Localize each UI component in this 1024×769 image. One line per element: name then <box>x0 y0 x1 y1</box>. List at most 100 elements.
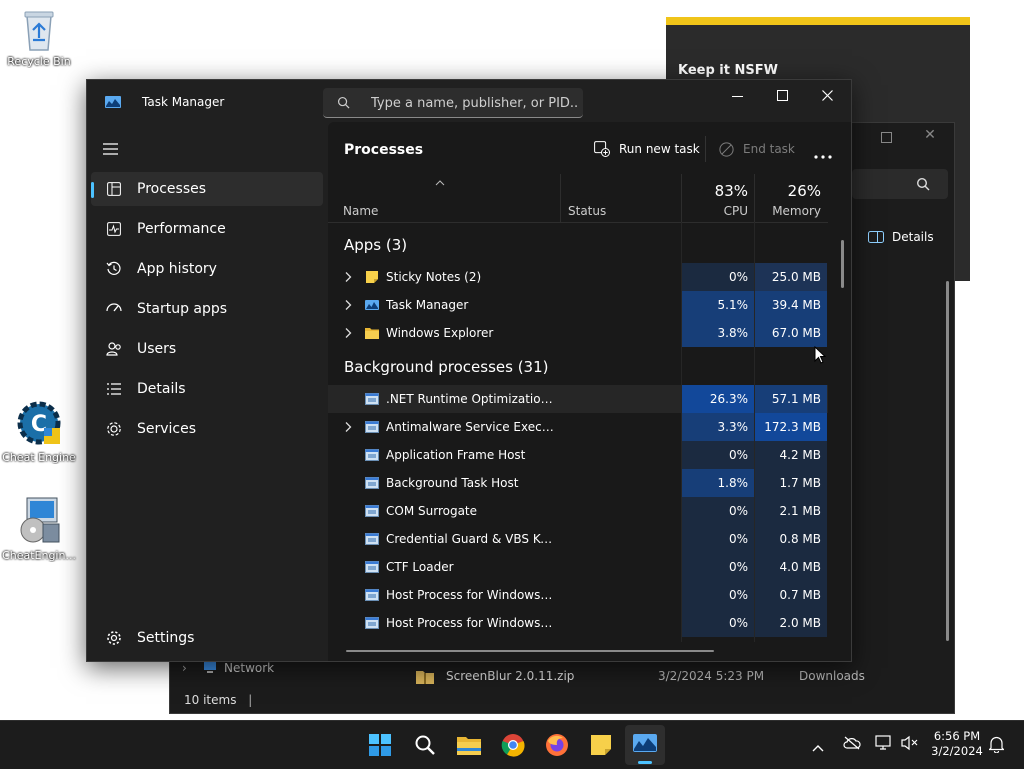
process-cpu: 0% <box>682 553 754 581</box>
nav-label: Services <box>137 421 197 437</box>
process-memory: 4.2 MB <box>755 441 827 469</box>
process-name: CTF Loader <box>386 560 454 574</box>
taskbar-task-manager-active[interactable] <box>625 725 665 765</box>
column-name-header[interactable]: Name <box>328 174 561 222</box>
task-manager-window[interactable]: Task Manager input::placeholder{color:#c… <box>86 79 852 662</box>
hamburger-menu-button[interactable] <box>103 140 119 155</box>
clock-time: 6:56 PM <box>933 729 981 743</box>
network-label: Network <box>224 661 275 675</box>
column-cpu-header[interactable]: 83% CPU <box>682 174 755 222</box>
tray-icon-cloud-off[interactable] <box>843 735 861 754</box>
process-row[interactable]: CTF Loader 0% 4.0 MB <box>328 553 828 581</box>
details-pane-icon <box>868 231 884 243</box>
taskbar-search-button[interactable] <box>411 731 439 759</box>
close-button[interactable] <box>813 84 843 110</box>
minimize-icon <box>732 96 743 97</box>
nav-startup-apps[interactable]: Startup apps <box>91 292 323 326</box>
nav-label: Startup apps <box>137 301 228 317</box>
explorer-scrollbar[interactable] <box>946 281 949 641</box>
explorer-maximize-button[interactable] <box>878 129 892 143</box>
search-input[interactable] <box>369 93 579 113</box>
desktop-icon-cheat-engine-installer[interactable]: CheatEngin... <box>1 494 77 562</box>
nav-performance[interactable]: Performance <box>91 212 323 246</box>
process-row[interactable]: Task Manager 5.1% 39.4 MB <box>328 291 828 319</box>
process-row[interactable]: Host Process for Windows Tasks 0%0.7 MB <box>328 581 828 609</box>
cpu-total-value: 83% <box>714 182 748 200</box>
explorer-close-button[interactable]: ✕ <box>920 127 940 147</box>
process-cpu: 1.8% <box>682 469 754 497</box>
minimize-button[interactable] <box>723 84 753 110</box>
taskbar-file-explorer[interactable] <box>455 731 483 759</box>
nav-users[interactable]: Users <box>91 332 323 366</box>
maximize-button[interactable] <box>769 84 799 110</box>
search-box[interactable] <box>323 88 583 118</box>
nav-processes[interactable]: Processes <box>91 172 323 206</box>
clock[interactable]: 6:56 PM 3/2/2024 <box>928 729 986 759</box>
nav-services[interactable]: Services <box>91 412 323 446</box>
nav-item-network[interactable]: › Network <box>182 661 274 675</box>
show-hidden-icons-button[interactable] <box>812 737 824 756</box>
column-label: Status <box>568 204 607 218</box>
process-cpu: 0% <box>682 581 754 609</box>
more-options-button[interactable] <box>814 144 834 159</box>
explorer-search-box[interactable] <box>852 169 948 199</box>
network-disconnected-icon <box>875 735 891 750</box>
end-task-button[interactable]: End task <box>719 138 795 160</box>
processes-icon <box>107 182 121 196</box>
process-row[interactable]: COM Surrogate 0% 2.1 MB <box>328 497 828 525</box>
process-row[interactable]: Host Process for Windows Tasks 0%2.0 MB <box>328 609 828 637</box>
task-manager-app-icon <box>105 96 121 108</box>
sticky-notes-icon <box>366 271 378 283</box>
startup-apps-icon <box>106 303 122 312</box>
process-cpu: 0% <box>682 609 754 637</box>
process-row[interactable]: Credential Guard & VBS Key Is... 0%0.8 MB <box>328 525 828 553</box>
notification-center-button[interactable] <box>988 736 1005 757</box>
explorer-details-button[interactable]: Details <box>868 227 934 247</box>
chevron-right-icon[interactable] <box>344 299 352 311</box>
process-row[interactable]: Antimalware Service Executable 3.3%172.3 … <box>328 413 828 441</box>
run-new-task-button[interactable]: Run new task <box>594 138 700 160</box>
process-row[interactable]: Background Task Host 1.8% 1.7 MB <box>328 469 828 497</box>
nav-details[interactable]: Details <box>91 372 323 406</box>
taskbar-chrome[interactable] <box>499 731 527 759</box>
process-cpu: 5.1% <box>682 291 754 319</box>
tray-icon-volume[interactable] <box>901 735 919 755</box>
process-name: Host Process for Windows Tasks <box>386 588 556 602</box>
system-process-icon <box>365 449 379 461</box>
process-name: Background Task Host <box>386 476 519 490</box>
chrome-icon <box>501 734 525 757</box>
chevron-right-icon[interactable] <box>344 271 352 283</box>
process-row[interactable]: Sticky Notes (2) 0% 25.0 MB <box>328 263 828 291</box>
horizontal-scrollbar[interactable] <box>346 650 714 652</box>
nav-app-history[interactable]: App history <box>91 252 323 286</box>
process-cpu: 3.3% <box>682 413 754 441</box>
folder-icon <box>365 328 379 339</box>
app-history-icon <box>106 261 121 275</box>
window-title: Task Manager <box>142 95 225 109</box>
desktop-icon-recycle-bin[interactable]: Recycle Bin <box>1 6 77 68</box>
taskbar-firefox[interactable] <box>543 731 571 759</box>
chevron-right-icon[interactable] <box>344 421 352 433</box>
chevron-right-icon[interactable] <box>344 327 352 339</box>
active-indicator <box>638 761 652 764</box>
process-row[interactable]: Windows Explorer 3.8% 67.0 MB <box>328 319 828 347</box>
desktop-icon-cheat-engine[interactable]: C Cheat Engine <box>1 398 77 464</box>
bell-icon <box>988 736 1005 754</box>
settings-gear-icon <box>107 631 121 645</box>
file-row[interactable]: ScreenBlur 2.0.11.zip 3/2/2024 5:23 PM D… <box>416 667 916 687</box>
desktop-icon-label: CheatEngin... <box>2 549 76 562</box>
start-button[interactable] <box>366 731 394 759</box>
taskbar-sticky-notes[interactable] <box>587 731 615 759</box>
nav-label: Users <box>137 341 177 357</box>
nav-label: Performance <box>137 221 226 237</box>
nav-settings[interactable]: Settings <box>91 621 323 655</box>
process-name: .NET Runtime Optimization Se... <box>386 392 556 406</box>
vertical-scrollbar[interactable] <box>841 240 844 288</box>
column-memory-header[interactable]: 26% Memory <box>755 174 827 222</box>
file-location: Downloads <box>799 669 865 683</box>
search-icon <box>337 96 350 109</box>
process-row[interactable]: Application Frame Host 0% 4.2 MB <box>328 441 828 469</box>
column-status-header[interactable]: Status <box>561 174 682 222</box>
tray-icon-network[interactable] <box>875 735 893 755</box>
process-row[interactable]: .NET Runtime Optimization Se... 26.3%57.1… <box>328 385 828 413</box>
